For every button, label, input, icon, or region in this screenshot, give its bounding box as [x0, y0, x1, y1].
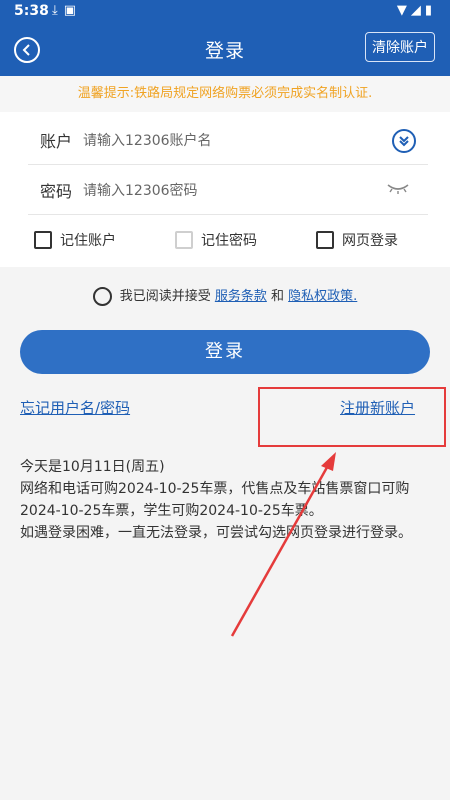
checkbox-box[interactable] [175, 231, 193, 249]
login-form: 账户 请输入12306账户名 密码 请输入12306密码 记住账户 记住密码 网… [0, 112, 450, 267]
remember-password-checkbox[interactable]: 记住密码 [175, 230, 257, 250]
eye-closed-icon[interactable] [386, 180, 410, 199]
checkbox-box[interactable] [316, 231, 334, 249]
agreement-conjunction: 和 [271, 289, 285, 304]
password-row[interactable]: 密码 请输入12306密码 [28, 164, 428, 215]
account-input[interactable]: 请输入12306账户名 [83, 130, 212, 150]
agreement-row: 我已阅读并接受 服务条款 和 隐私权政策. [0, 285, 450, 306]
forgot-credentials-link[interactable]: 忘记用户名/密码 [20, 397, 130, 418]
remember-account-checkbox[interactable]: 记住账户 [34, 230, 116, 250]
remember-account-label: 记住账户 [60, 233, 116, 249]
password-input[interactable]: 请输入12306密码 [83, 180, 198, 200]
info-sale-dates: 网络和电话可购2024-10-25车票，代售点及车站售票窗口可购2024-10-… [20, 481, 410, 519]
ticket-info: 今天是10月11日(周五) 网络和电话可购2024-10-25车票，代售点及车站… [20, 456, 435, 544]
status-right-icons: ▼◢▮ [397, 3, 436, 18]
remember-password-label: 记住密码 [201, 233, 257, 249]
status-bar: 5:38 ⤓▣ ▼◢▮ [0, 0, 450, 24]
agreement-prefix: 我已阅读并接受 [119, 289, 211, 304]
account-row[interactable]: 账户 请输入12306账户名 [28, 114, 428, 165]
wifi-icon: ▼ [396, 3, 411, 18]
login-options: 记住账户 记住密码 网页登录 [0, 230, 450, 256]
password-label: 密码 [40, 182, 73, 201]
download-icon: ⤓ [52, 3, 64, 18]
agreement-radio[interactable] [92, 287, 112, 306]
annotation-highlight-box [258, 387, 446, 447]
login-button[interactable]: 登录 [20, 330, 430, 374]
chevron-double-down-circle-icon[interactable] [392, 129, 416, 153]
status-left-icons: ⤓▣ [52, 3, 82, 18]
font-a-icon: ▣ [63, 3, 83, 18]
clear-account-button[interactable]: 清除账户 [365, 32, 435, 62]
signal-icon: ◢ [410, 3, 425, 18]
notice-banner: 温馨提示:铁路局规定网络购票必须完成实名制认证. [0, 76, 450, 112]
app-header: 登录 清除账户 [0, 24, 450, 76]
account-label: 账户 [40, 132, 73, 151]
web-login-label: 网页登录 [342, 233, 398, 249]
info-login-help: 如遇登录困难，一直无法登录，可尝试勾选网页登录进行登录。 [20, 525, 412, 541]
terms-link[interactable]: 服务条款 [215, 289, 267, 304]
privacy-link[interactable]: 隐私权政策. [288, 289, 357, 304]
status-time: 5:38 [14, 3, 49, 19]
battery-icon: ▮ [424, 3, 436, 18]
checkbox-box[interactable] [34, 231, 52, 249]
web-login-checkbox[interactable]: 网页登录 [316, 230, 398, 250]
info-date: 今天是10月11日(周五) [20, 459, 165, 475]
